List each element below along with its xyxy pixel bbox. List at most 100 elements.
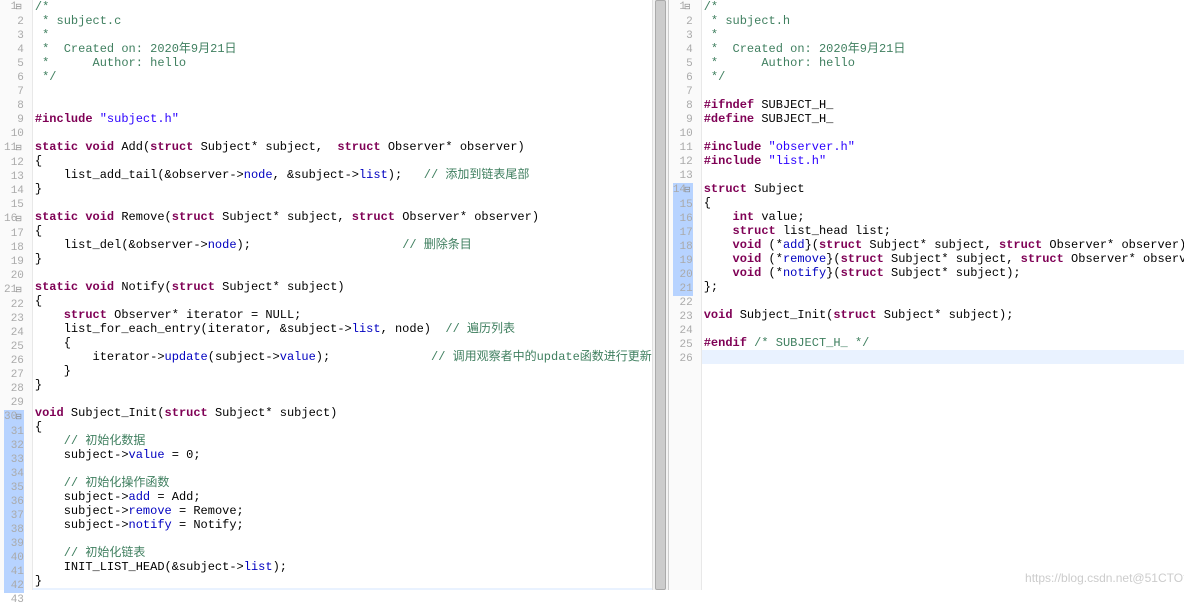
code-line[interactable]: int value; [702, 210, 1184, 224]
code-line[interactable]: * Author: hello [702, 56, 1184, 70]
code-line[interactable]: void (*remove}(struct Subject* subject, … [702, 252, 1184, 266]
fold-minus-icon[interactable]: ⊟ [15, 215, 22, 224]
code-line[interactable]: subject->notify = Notify; [33, 518, 652, 532]
code-line[interactable]: struct Observer* iterator = NULL; [33, 308, 652, 322]
code-line[interactable] [702, 84, 1184, 98]
code-line[interactable] [702, 322, 1184, 336]
fold-minus-icon[interactable]: ⊟ [15, 286, 22, 295]
code-line[interactable]: static void Add(struct Subject* subject,… [33, 140, 652, 154]
right-code-area[interactable]: /* * subject.h * * Created on: 2020年9月21… [702, 0, 1184, 590]
code-line[interactable]: list_del(&observer->node); // 删除条目 [33, 238, 652, 252]
code-line[interactable]: subject->remove = Remove; [33, 504, 652, 518]
code-line[interactable]: subject->value = 0; [33, 448, 652, 462]
code-line[interactable]: static void Notify(struct Subject* subje… [33, 280, 652, 294]
fold-minus-icon[interactable]: ⊟ [684, 3, 691, 12]
code-line[interactable]: /* [702, 0, 1184, 14]
line-number: 19 [673, 254, 693, 268]
line-number: 43 [4, 593, 24, 607]
line-number: 22 [4, 298, 24, 312]
code-line[interactable]: iterator->update(subject->value); // 调用观… [33, 350, 652, 364]
code-line[interactable]: struct Subject [702, 182, 1184, 196]
code-line[interactable]: * subject.c [33, 14, 652, 28]
code-line[interactable]: // 初始化操作函数 [33, 476, 652, 490]
line-number: 18 [4, 241, 24, 255]
code-line[interactable]: static void Remove(struct Subject* subje… [33, 210, 652, 224]
fold-minus-icon[interactable]: ⊟ [15, 144, 22, 153]
code-line[interactable] [33, 84, 652, 98]
line-number: 10 [4, 127, 24, 141]
code-line[interactable]: // 初始化数据 [33, 434, 652, 448]
code-line[interactable] [33, 392, 652, 406]
line-number: 42 [4, 579, 24, 593]
code-line[interactable]: void Subject_Init(struct Subject* subjec… [33, 406, 652, 420]
code-line[interactable]: void (*notify}(struct Subject* subject); [702, 266, 1184, 280]
code-line[interactable] [702, 168, 1184, 182]
fold-minus-icon[interactable]: ⊟ [15, 413, 22, 422]
code-line[interactable] [702, 294, 1184, 308]
code-line[interactable]: }; [702, 280, 1184, 294]
code-line[interactable]: void Subject_Init(struct Subject* subjec… [702, 308, 1184, 322]
code-line[interactable]: { [33, 154, 652, 168]
code-line[interactable]: { [33, 224, 652, 238]
code-line[interactable]: * subject.h [702, 14, 1184, 28]
left-code-area[interactable]: /* * subject.c * * Created on: 2020年9月21… [33, 0, 652, 590]
code-line[interactable]: { [33, 294, 652, 308]
code-line[interactable]: #include "list.h" [702, 154, 1184, 168]
line-number: 9 [4, 113, 24, 127]
code-line[interactable] [33, 126, 652, 140]
code-line[interactable] [33, 462, 652, 476]
code-line[interactable] [33, 98, 652, 112]
code-line[interactable]: #ifndef SUBJECT_H_ [702, 98, 1184, 112]
line-number: 23 [4, 312, 24, 326]
code-line[interactable]: { [33, 420, 652, 434]
code-line[interactable] [33, 266, 652, 280]
code-line[interactable]: struct list_head list; [702, 224, 1184, 238]
line-number: 13 [4, 170, 24, 184]
line-number: 6 [673, 71, 693, 85]
code-line[interactable]: #include "subject.h" [33, 112, 652, 126]
line-number: 22 [673, 296, 693, 310]
code-line[interactable] [33, 196, 652, 210]
code-line[interactable]: } [33, 378, 652, 392]
code-line[interactable]: } [33, 252, 652, 266]
code-line[interactable] [33, 532, 652, 546]
code-line[interactable]: #endif /* SUBJECT_H_ */ [702, 336, 1184, 350]
line-number: 10 [673, 127, 693, 141]
code-line[interactable]: /* [33, 0, 652, 14]
code-line[interactable]: } [33, 364, 652, 378]
code-line[interactable]: #define SUBJECT_H_ [702, 112, 1184, 126]
code-line[interactable]: void (*add}(struct Subject* subject, str… [702, 238, 1184, 252]
left-line-gutter[interactable]: 1⊟234567891011⊟1213141516⊟1718192021⊟222… [0, 0, 33, 590]
line-number: 13 [673, 169, 693, 183]
code-line[interactable]: INIT_LIST_HEAD(&subject->list); [33, 560, 652, 574]
code-line[interactable]: * Created on: 2020年9月21日 [702, 42, 1184, 56]
line-number: 41 [4, 565, 24, 579]
line-number: 24 [673, 324, 693, 338]
scrollbar-thumb[interactable] [655, 0, 666, 590]
code-line[interactable]: * Created on: 2020年9月21日 [33, 42, 652, 56]
code-line[interactable]: #include "observer.h" [702, 140, 1184, 154]
code-line[interactable]: list_add_tail(&observer->node, &subject-… [33, 168, 652, 182]
line-number: 2 [4, 15, 24, 29]
line-number: 25 [4, 340, 24, 354]
code-line[interactable]: list_for_each_entry(iterator, &subject->… [33, 322, 652, 336]
code-line[interactable]: * [702, 28, 1184, 42]
fold-minus-icon[interactable]: ⊟ [684, 186, 691, 195]
line-number: 16 [673, 212, 693, 226]
code-line[interactable]: subject->add = Add; [33, 490, 652, 504]
code-line[interactable]: { [33, 336, 652, 350]
code-line[interactable]: // 初始化链表 [33, 546, 652, 560]
code-line[interactable] [702, 350, 1184, 364]
code-line[interactable]: } [33, 574, 652, 588]
right-line-gutter[interactable]: 1⊟234567891011121314⊟1516171819202122232… [669, 0, 702, 590]
code-line[interactable]: */ [702, 70, 1184, 84]
code-line[interactable]: { [702, 196, 1184, 210]
code-line[interactable]: * Author: hello [33, 56, 652, 70]
line-number: 15 [673, 198, 693, 212]
code-line[interactable]: * [33, 28, 652, 42]
fold-minus-icon[interactable]: ⊟ [15, 3, 22, 12]
left-scrollbar[interactable] [652, 0, 668, 590]
code-line[interactable]: */ [33, 70, 652, 84]
code-line[interactable] [702, 126, 1184, 140]
code-line[interactable]: } [33, 182, 652, 196]
